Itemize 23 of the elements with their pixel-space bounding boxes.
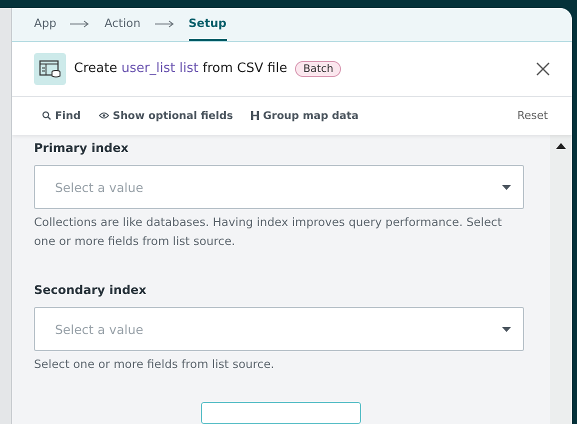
breadcrumb-tab[interactable]: Action [104,8,140,41]
search-icon [42,111,51,120]
field-hint: Collections are like databases. Having index improves query performance. Select one or more fields from list source. [34,214,503,250]
batch-badge: Batch [295,60,342,77]
field-label: Primary index [34,141,130,156]
step-title: Create user_list list from CSV file [74,61,288,76]
arrow-icon [70,20,90,28]
toolbar-button[interactable]: Group map data [251,110,359,122]
close-icon[interactable] [536,62,550,76]
arrow-icon [154,20,174,28]
reset-button[interactable]: Reset [511,108,554,124]
breadcrumb-tab[interactable]: App [34,8,56,41]
field-label: Secondary index [34,283,148,298]
toolbar-button[interactable]: Find [42,110,81,122]
table-icon [34,52,66,85]
toolbar-button[interactable]: Show optional fields [98,110,234,122]
caret-icon [502,184,511,190]
eye-icon [98,112,109,120]
caret-icon [502,326,511,332]
group-icon [251,111,260,120]
scroll-up-icon[interactable] [556,143,566,150]
breadcrumb-tab[interactable]: Setup [188,8,226,41]
field-hint: Select one or more fields from list source. [34,356,276,374]
